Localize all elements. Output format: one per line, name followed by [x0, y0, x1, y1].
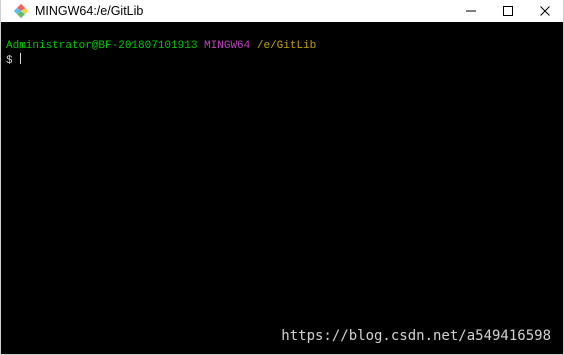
close-button[interactable]: [526, 0, 563, 22]
minimize-button[interactable]: [452, 0, 489, 22]
maximize-icon: [502, 6, 513, 16]
window-title: MINGW64:/e/GitLib: [35, 4, 144, 18]
input-line[interactable]: $: [6, 53, 549, 68]
watermark: https://blog.csdn.net/a549416598: [281, 328, 551, 344]
prompt-user-host: Administrator@BF-201807101913: [6, 40, 198, 52]
maximize-button[interactable]: [489, 0, 526, 22]
minimize-icon: [465, 10, 476, 12]
git-diamond-icon: [13, 3, 29, 19]
prompt-symbol: $: [6, 55, 13, 67]
text-cursor: [20, 53, 22, 64]
prompt-line: Administrator@BF-201807101913 MINGW64 /e…: [6, 40, 549, 53]
terminal-output[interactable]: Administrator@BF-201807101913 MINGW64 /e…: [1, 22, 549, 354]
prompt-path: /e/GitLib: [256, 40, 317, 52]
window-controls: [452, 0, 563, 22]
title-bar[interactable]: MINGW64:/e/GitLib: [1, 0, 563, 22]
prompt-system: MINGW64: [204, 40, 251, 52]
vertical-scrollbar[interactable]: [549, 22, 563, 354]
close-icon: [539, 6, 550, 16]
terminal-window: MINGW64:/e/GitLib Administrator@BF-20180…: [0, 0, 564, 355]
